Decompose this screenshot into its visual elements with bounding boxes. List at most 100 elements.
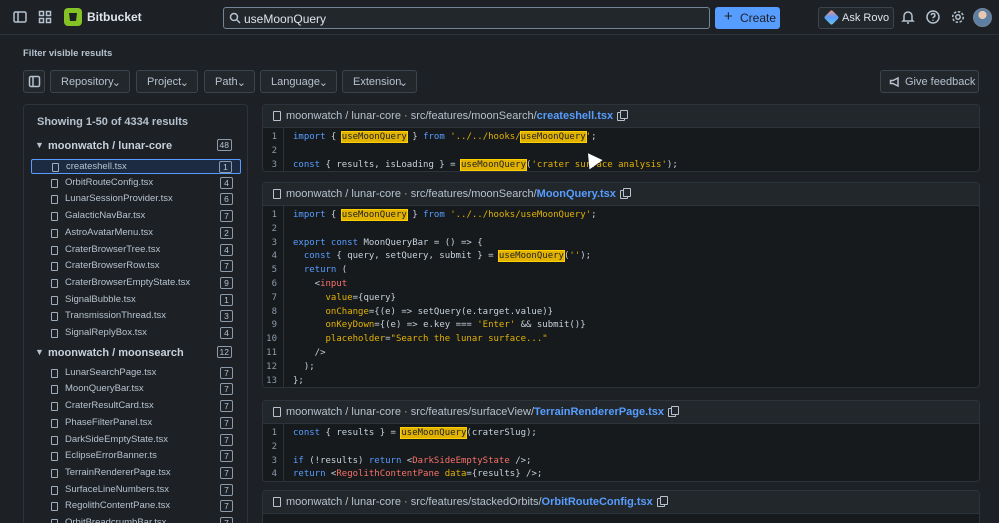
- code-text: );: [293, 361, 315, 372]
- code-line: 7 value={query}: [263, 291, 979, 305]
- file-list-item[interactable]: DarkSideEmptyState.tsx 7: [31, 433, 241, 448]
- line-number: 3: [271, 159, 277, 170]
- result-file-header: moonwatch / lunar-core · src/features/su…: [263, 401, 979, 424]
- result-file-header: moonwatch / lunar-core · src/features/st…: [263, 491, 979, 514]
- settings-gear-icon[interactable]: [950, 9, 966, 25]
- line-number: 2: [271, 145, 277, 156]
- search-input[interactable]: useMoonQuery: [223, 7, 710, 29]
- file-list-item[interactable]: EclipseErrorBanner.ts 7: [31, 449, 241, 464]
- file-icon: [51, 385, 58, 395]
- file-name: SignalReplyBox.tsx: [65, 327, 147, 338]
- filter-language-label: Language: [271, 76, 320, 88]
- file-list-item[interactable]: RegolithContentPane.tsx 7: [31, 499, 241, 514]
- file-name: TransmissionThread.tsx: [65, 310, 167, 322]
- file-icon: [51, 329, 58, 338]
- code-result-card: moonwatch / lunar-core · src/features/mo…: [262, 104, 980, 173]
- collapse-panel-button[interactable]: [23, 70, 45, 93]
- file-name: MoonQueryBar.tsx: [65, 383, 144, 395]
- file-list-item[interactable]: CraterBrowserTree.tsx 4: [31, 243, 241, 258]
- file-list-item[interactable]: GalacticNavBar.tsx 7: [31, 209, 241, 224]
- app-switcher-icon[interactable]: [37, 9, 53, 25]
- file-match-count: 2: [220, 226, 233, 239]
- file-list-item[interactable]: createshell.tsx 1: [31, 159, 241, 174]
- code-line: 12 );: [263, 360, 979, 374]
- chevron-down-icon: ⌄: [236, 77, 246, 89]
- code-result-card: moonwatch / lunar-core · src/features/st…: [262, 490, 980, 523]
- user-avatar[interactable]: [973, 8, 992, 27]
- filter-project-button[interactable]: Project ⌄: [136, 70, 198, 93]
- file-list-item[interactable]: LunarSessionProvider.tsx 6: [31, 192, 241, 207]
- filter-path-button[interactable]: Path ⌄: [204, 70, 255, 93]
- repo-match-count: 12: [216, 345, 232, 358]
- repo-group[interactable]: ▼ moonwatch / lunar-core 48: [24, 139, 247, 154]
- file-list-item[interactable]: AstroAvatarMenu.tsx 2: [31, 226, 241, 241]
- copy-icon[interactable]: [656, 496, 668, 507]
- copy-icon[interactable]: [668, 406, 680, 417]
- notifications-bell-icon[interactable]: [900, 9, 916, 25]
- line-number: 12: [266, 361, 277, 372]
- bitbucket-logo[interactable]: [64, 8, 82, 26]
- filter-repository-button[interactable]: Repository ⌄: [50, 70, 130, 93]
- give-feedback-button[interactable]: Give feedback: [880, 70, 979, 93]
- result-file-link[interactable]: TerrainRendererPage.tsx: [534, 406, 664, 418]
- line-number: 3: [271, 237, 277, 248]
- filter-repository-label: Repository: [61, 76, 114, 88]
- copy-icon[interactable]: [619, 188, 631, 199]
- repo-group[interactable]: ▼ moonwatch / moonsearch 12: [24, 345, 247, 361]
- line-number: 1: [271, 210, 277, 220]
- file-list-item[interactable]: CraterBrowserRow.tsx 7: [31, 259, 241, 274]
- file-match-count: 7: [220, 433, 233, 446]
- file-match-count: 4: [220, 327, 233, 339]
- line-number: 10: [266, 334, 277, 345]
- help-icon[interactable]: [925, 9, 941, 25]
- file-list-item[interactable]: MoonQueryBar.tsx 7: [31, 382, 241, 397]
- file-list-item[interactable]: TerrainRendererPage.tsx 7: [31, 466, 241, 481]
- file-list-item[interactable]: SignalReplyBox.tsx 4: [31, 326, 241, 341]
- file-match-count: 7: [220, 483, 233, 496]
- sidebar-toggle-icon[interactable]: [12, 9, 28, 25]
- file-name: GalacticNavBar.tsx: [65, 210, 146, 222]
- file-list-item[interactable]: OrbitBreadcrumbBar.tsx 7: [31, 516, 241, 523]
- file-icon: [273, 111, 281, 121]
- file-list-item[interactable]: OrbitRouteConfig.tsx 4: [31, 176, 241, 191]
- code-result-card: moonwatch / lunar-core · src/features/su…: [262, 400, 980, 483]
- file-name: CraterResultCard.tsx: [65, 400, 154, 412]
- file-list-item[interactable]: LunarSearchPage.tsx 7: [31, 366, 241, 381]
- code-text: value={query}: [325, 292, 396, 303]
- code-text: };: [293, 375, 304, 386]
- file-match-count: 1: [220, 293, 233, 306]
- file-name: OrbitRouteConfig.tsx: [65, 176, 154, 188]
- line-number: 11: [266, 347, 277, 358]
- create-button[interactable]: + Create: [715, 7, 780, 29]
- file-list-item[interactable]: CraterResultCard.tsx 7: [31, 399, 241, 414]
- filter-language-button[interactable]: Language ⌄: [260, 70, 337, 93]
- file-list-item[interactable]: TransmissionThread.tsx 3: [31, 309, 241, 324]
- file-list-item[interactable]: SignalBubble.tsx 1: [31, 293, 241, 308]
- code-text: <input: [293, 278, 348, 289]
- file-name: TerrainRendererPage.tsx: [65, 466, 171, 478]
- code-text: if (!results) return <DarkSideEmptyState…: [293, 455, 532, 466]
- copy-icon[interactable]: [617, 110, 629, 121]
- filter-project-label: Project: [147, 76, 182, 88]
- file-name: PhaseFilterPanel.tsx: [65, 416, 153, 428]
- file-icon: [51, 212, 58, 222]
- file-list-item[interactable]: CraterBrowserEmptyState.tsx 9: [31, 276, 241, 291]
- file-list-item[interactable]: SurfaceLineNumbers.tsx 7: [31, 483, 241, 498]
- file-list-item[interactable]: PhaseFilterPanel.tsx 7: [31, 416, 241, 431]
- result-file-link[interactable]: MoonQuery.tsx: [537, 188, 616, 200]
- result-file-link[interactable]: createshell.tsx: [537, 110, 613, 122]
- file-match-count: 7: [220, 466, 233, 479]
- file-match-count: 7: [220, 517, 233, 523]
- code-line: 1 import { useMoonQuery } from '../../hoo…: [263, 130, 979, 144]
- chevron-down-icon: ⌄: [318, 77, 328, 89]
- filter-extension-button[interactable]: Extension ⌄: [342, 70, 417, 93]
- file-icon: [51, 485, 58, 495]
- result-file-link[interactable]: OrbitRouteConfig.tsx: [542, 496, 653, 508]
- caret-down-icon: ▼: [35, 346, 44, 357]
- ask-rovo-button[interactable]: Ask Rovo: [818, 7, 894, 29]
- line-number: 2: [271, 441, 277, 452]
- brand-name[interactable]: Bitbucket: [87, 10, 142, 24]
- chevron-down-icon: ⌄: [179, 77, 189, 89]
- repo-group-name: moonwatch / lunar-core: [48, 140, 173, 152]
- plus-icon: +: [724, 8, 733, 25]
